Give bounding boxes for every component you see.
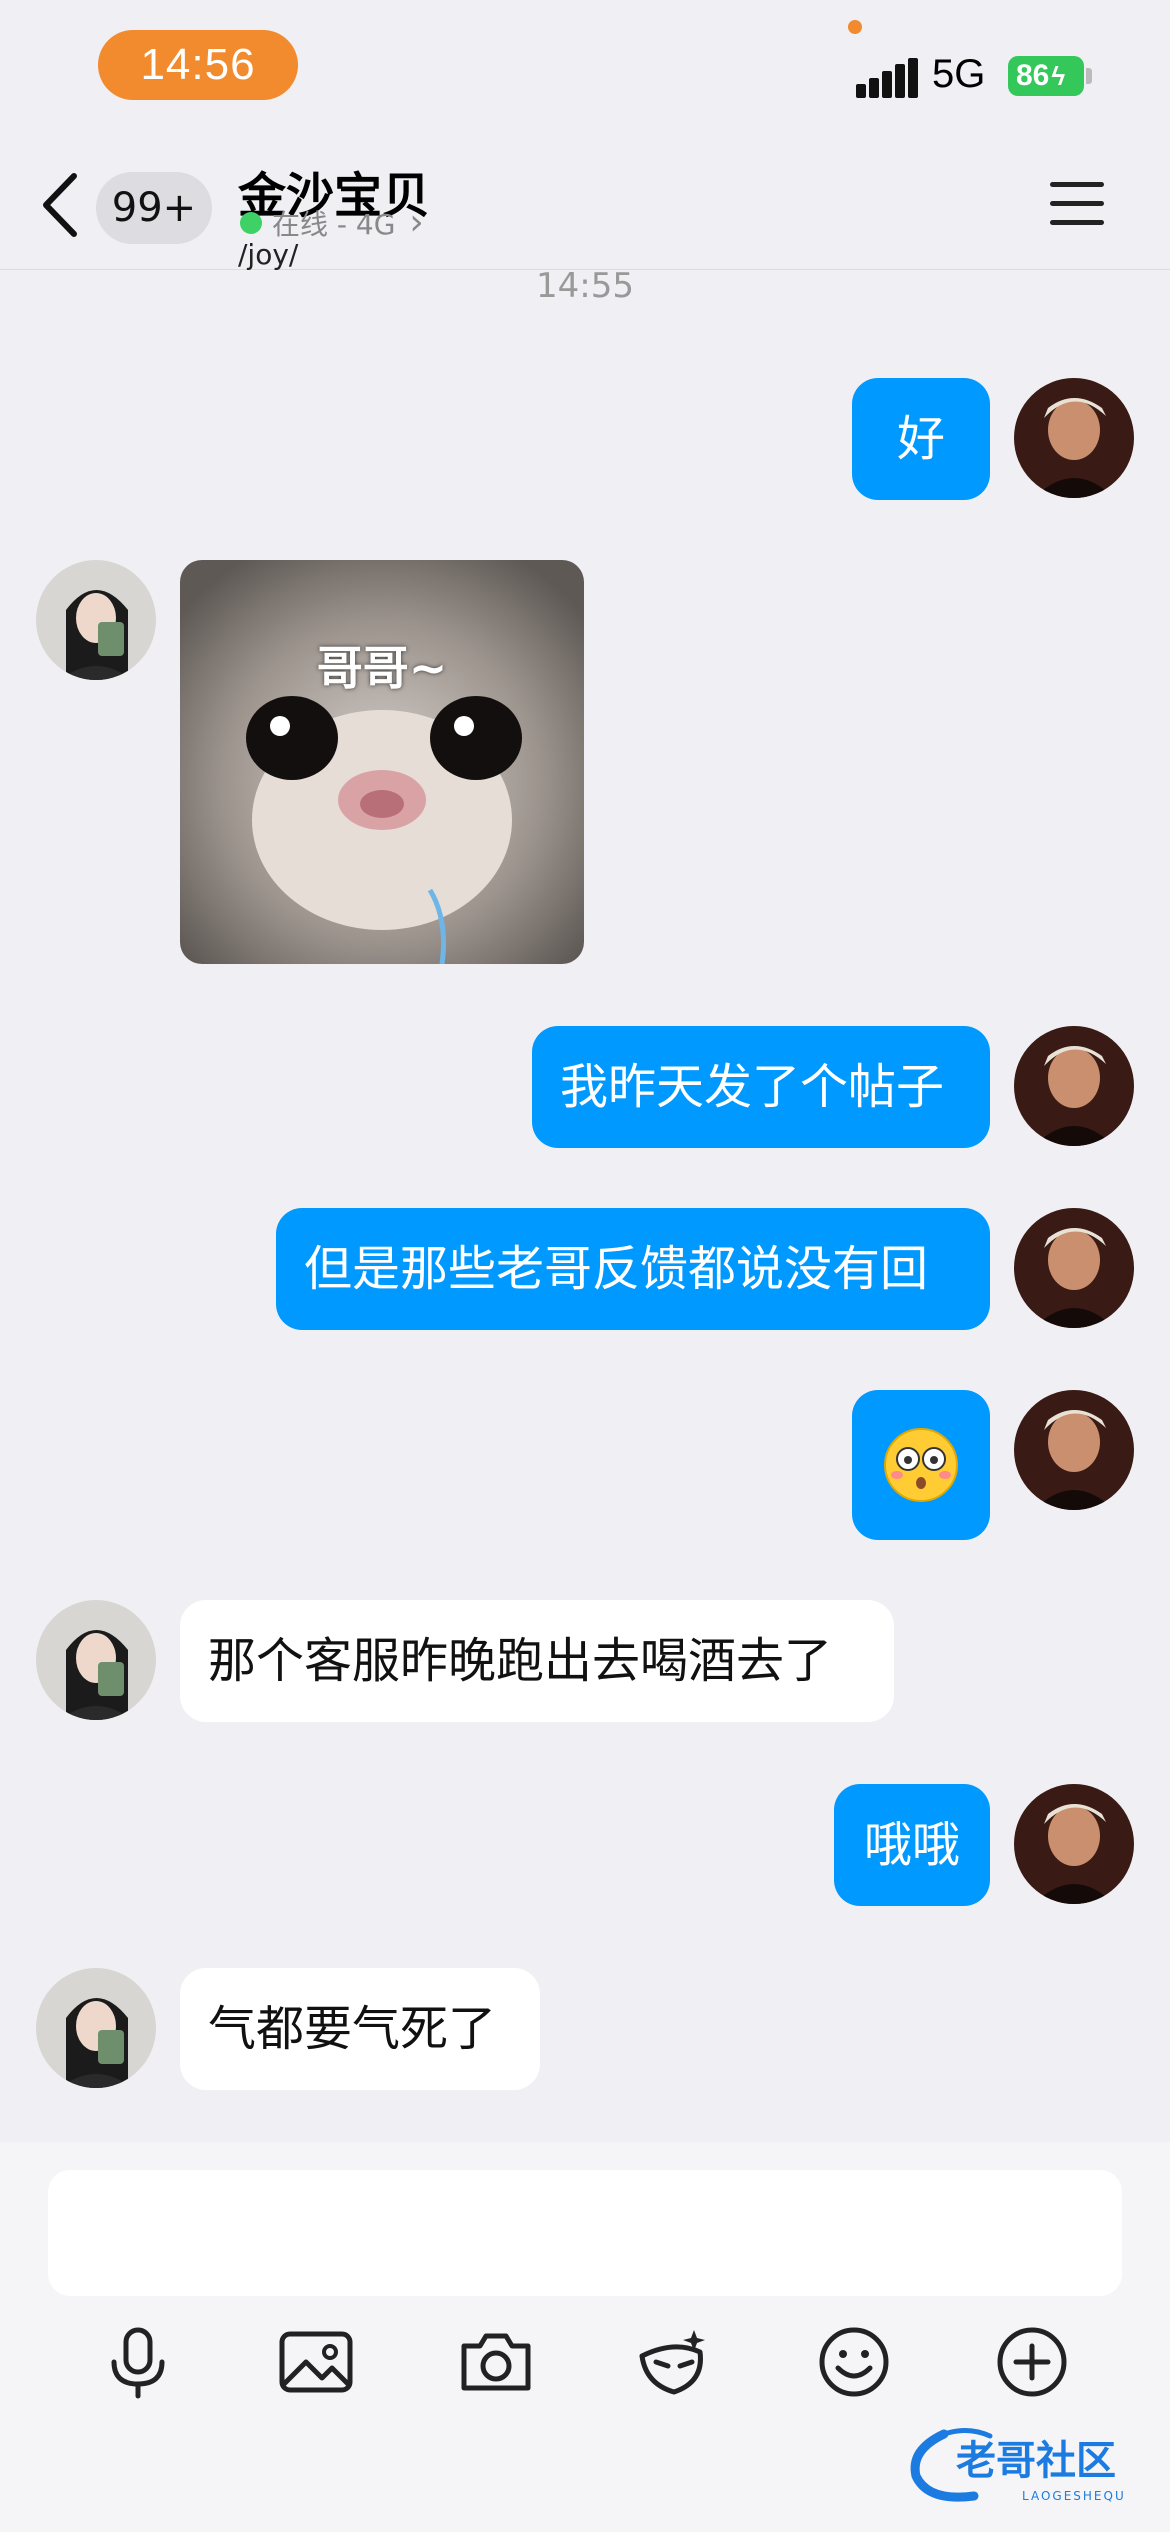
sticker-caption: 哥哥~ [316,641,448,695]
network-type: 5G [932,52,986,96]
microphone-icon[interactable] [98,2322,178,2402]
my-avatar[interactable] [1014,378,1134,498]
my-avatar[interactable] [1014,1208,1134,1328]
image-icon[interactable] [276,2322,356,2402]
emoji-icon[interactable] [814,2322,894,2402]
watermark-subtext: LAOGESHEQU [1022,2489,1126,2503]
cellular-signal-icon [856,58,918,98]
sticker-icon[interactable] [634,2322,714,2402]
privacy-indicator-dot [848,20,862,34]
battery-level: 86 [1016,59,1050,92]
flushed-face-emoji-icon [884,1428,958,1502]
contact-status[interactable]: 在线 - 4G › [240,202,424,243]
message-timestamp: 14:55 [536,266,634,306]
plus-icon[interactable] [992,2322,1072,2402]
battery-icon: 86 ϟ [1008,56,1084,96]
status-time: 14:56 [98,30,298,100]
chat-header: 99+ 金沙宝贝 在线 - 4G › /joy/ [0,130,1170,271]
my-avatar[interactable] [1014,1390,1134,1510]
cat-sticker-image[interactable]: 哥哥~ [180,560,584,964]
status-bar: 14:56 5G 86 ϟ [0,0,1170,130]
charging-bolt-icon: ϟ [1051,60,1066,91]
watermark-text: 老哥社区 [956,2438,1116,2484]
watermark-logo: 老哥社区 LAOGESHEQU [904,2420,1154,2510]
contact-avatar[interactable] [36,560,156,680]
menu-icon[interactable] [1050,182,1104,226]
message-bubble-sent[interactable]: 我昨天发了个帖子 [532,1026,990,1148]
back-arrow-icon[interactable] [40,172,80,238]
battery-cap [1086,68,1092,84]
contact-avatar[interactable] [36,1968,156,2088]
message-bubble-sent[interactable]: 好 [852,378,990,500]
online-status-text: 在线 - 4G [272,207,396,241]
message-input[interactable] [48,2170,1122,2296]
message-bubble-received[interactable]: 那个客服昨晚跑出去喝酒去了 [180,1600,894,1722]
my-avatar[interactable] [1014,1784,1134,1904]
message-bubble-sent[interactable]: 但是那些老哥反馈都说没有回 [276,1208,990,1330]
camera-icon[interactable] [456,2322,536,2402]
online-indicator-icon [240,211,262,234]
contact-avatar[interactable] [36,1600,156,1720]
message-bubble-sent-emoji[interactable] [852,1390,990,1540]
my-avatar[interactable] [1014,1026,1134,1146]
message-bubble-received[interactable]: 气都要气死了 [180,1968,540,2090]
chevron-right-icon: › [409,202,424,243]
unread-count-badge[interactable]: 99+ [96,172,212,244]
message-bubble-sent[interactable]: 哦哦 [834,1784,990,1906]
